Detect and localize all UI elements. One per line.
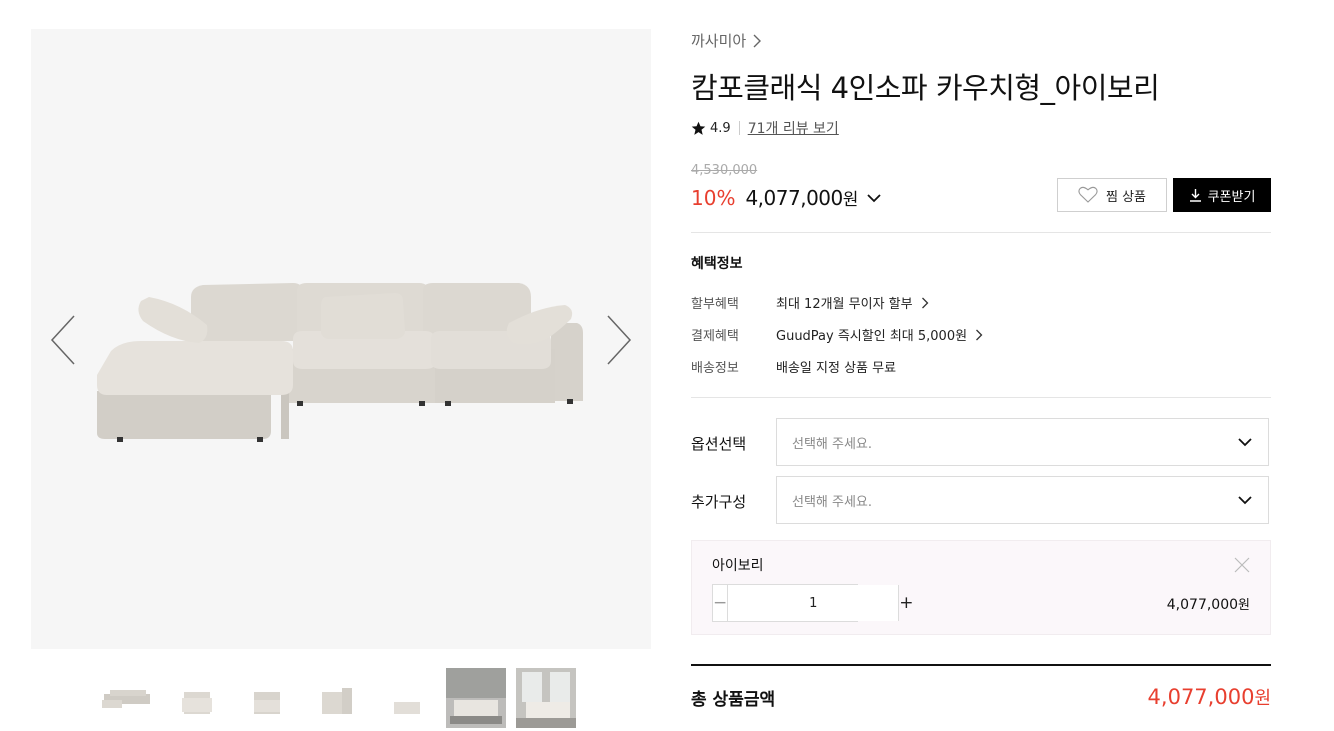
thumbnail-3[interactable] xyxy=(236,668,296,728)
prev-image-arrow[interactable] xyxy=(44,310,84,370)
product-title: 캄포클래식 4인소파 카우치형_아이보리 xyxy=(691,71,1160,105)
price-row: 10% 4,077,000 원 xyxy=(691,185,882,210)
extra-option-placeholder: 선택해 주세요. xyxy=(792,494,873,510)
selected-option-item: 아이보리 − + 4,077,000원 xyxy=(691,540,1271,635)
wishlist-button[interactable]: 찜 상품 xyxy=(1057,178,1167,212)
chevron-left-icon xyxy=(50,315,75,365)
coupon-button[interactable]: 쿠폰받기 xyxy=(1173,178,1271,212)
thumbnail-6[interactable] xyxy=(446,668,506,728)
benefit-value: 배송일 지정 상품 무료 xyxy=(776,361,897,376)
chevron-down-icon xyxy=(1238,438,1252,447)
divider xyxy=(691,397,1271,398)
total-price: 4,077,000원 xyxy=(1147,685,1271,709)
thumbnail-4[interactable] xyxy=(306,668,366,728)
brand-name: 까사미아 xyxy=(691,32,747,50)
payment-benefit-link[interactable]: GuudPay 즉시할인 최대 5,000원 xyxy=(776,325,983,344)
download-icon xyxy=(1189,189,1201,202)
discount-rate: 10% xyxy=(691,185,736,210)
chevron-right-icon xyxy=(753,34,762,47)
wishlist-label: 찜 상품 xyxy=(1105,189,1146,205)
chevron-right-icon xyxy=(921,297,929,308)
thumbnail-2[interactable] xyxy=(166,668,226,728)
chevron-down-icon[interactable] xyxy=(866,190,882,206)
price-unit: 원 xyxy=(842,190,859,210)
benefit-payment: 결제혜택 GuudPay 즉시할인 최대 5,000원 xyxy=(691,325,983,344)
original-price: 4,530,000 xyxy=(691,163,758,178)
total-divider xyxy=(691,664,1271,666)
increase-button[interactable]: + xyxy=(898,585,914,621)
line-price: 4,077,000원 xyxy=(1166,597,1250,613)
chevron-right-icon xyxy=(976,329,983,340)
close-icon[interactable] xyxy=(1232,555,1252,575)
option-label: 옵션선택 xyxy=(691,435,747,453)
extra-option-select[interactable]: 선택해 주세요. xyxy=(776,476,1269,524)
star-icon xyxy=(691,121,706,135)
total-label: 총 상품금액 xyxy=(691,690,776,710)
benefit-label: 배송정보 xyxy=(691,361,739,376)
rating-row: 4.9 71개 리뷰 보기 xyxy=(691,118,839,138)
thumbnail-5[interactable] xyxy=(376,668,436,728)
chevron-down-icon xyxy=(1238,496,1252,505)
benefit-label: 할부혜택 xyxy=(691,297,739,312)
next-image-arrow[interactable] xyxy=(598,310,638,370)
sofa-image xyxy=(97,283,583,442)
thumbnail-1[interactable] xyxy=(96,668,156,728)
benefit-value: GuudPay 즉시할인 최대 5,000원 xyxy=(776,329,968,344)
benefit-delivery: 배송정보 배송일 지정 상품 무료 xyxy=(691,357,896,376)
selected-option-name: 아이보리 xyxy=(712,558,764,574)
quantity-stepper: − + xyxy=(712,584,914,622)
benefit-installment: 할부혜택 최대 12개월 무이자 할부 xyxy=(691,293,929,312)
benefit-title: 혜택정보 xyxy=(691,256,743,272)
decrease-button[interactable]: − xyxy=(713,585,729,621)
quantity-input[interactable] xyxy=(728,585,899,621)
benefit-value: 최대 12개월 무이자 할부 xyxy=(776,297,913,312)
heart-icon xyxy=(1078,186,1098,203)
divider xyxy=(691,232,1271,233)
coupon-label: 쿠폰받기 xyxy=(1207,189,1256,205)
extra-option-label: 추가구성 xyxy=(691,493,747,511)
option-select[interactable]: 선택해 주세요. xyxy=(776,418,1269,466)
benefit-label: 결제혜택 xyxy=(691,329,739,344)
sale-price: 4,077,000 xyxy=(745,185,843,210)
thumbnail-7[interactable] xyxy=(516,668,576,728)
chevron-right-icon xyxy=(607,315,632,365)
rating-divider xyxy=(738,121,740,135)
main-product-image xyxy=(31,29,651,649)
installment-link[interactable]: 최대 12개월 무이자 할부 xyxy=(776,293,929,312)
option-placeholder: 선택해 주세요. xyxy=(792,436,873,452)
brand-link[interactable]: 까사미아 xyxy=(691,30,762,51)
review-link[interactable]: 71개 리뷰 보기 xyxy=(748,118,839,138)
rating-value: 4.9 xyxy=(710,120,731,136)
